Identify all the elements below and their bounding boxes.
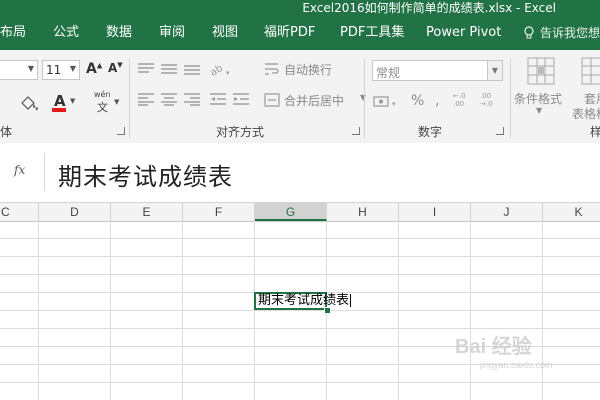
number-group-label: 数字 — [418, 125, 443, 139]
font-name-dropdown[interactable]: ▼ — [0, 60, 38, 80]
decrease-decimal-icon[interactable]: .00 →.0 — [480, 92, 500, 110]
align-left-icon[interactable] — [137, 92, 155, 106]
merge-center-label: 合并后居中 — [284, 94, 345, 108]
conditional-formatting-icon — [527, 57, 555, 85]
font-size-dropdown[interactable]: 11 ▼ — [42, 60, 80, 80]
text-caret — [350, 294, 352, 307]
align-middle-icon[interactable] — [160, 62, 178, 76]
font-dialog-launcher-icon[interactable] — [117, 127, 125, 135]
column-header-row: C D E F G H I J K — [0, 202, 600, 222]
watermark-sub: jingyan.baidu.com — [480, 360, 553, 370]
font-group-label: 体 — [0, 125, 13, 139]
align-top-icon[interactable] — [137, 62, 155, 76]
number-format-dropdown[interactable]: 常规 ▼ — [372, 60, 503, 81]
fill-handle[interactable] — [324, 307, 331, 314]
svg-text:ab: ab — [209, 63, 225, 78]
fill-color-icon[interactable]: ▾ — [18, 93, 40, 117]
column-header-d[interactable]: D — [39, 203, 111, 221]
merge-center-icon — [264, 93, 280, 107]
window-title: Excel2016如何制作简单的成绩表.xlsx - Excel — [302, 1, 556, 15]
number-dialog-launcher-icon[interactable] — [496, 127, 504, 135]
wrap-text-label: 自动换行 — [284, 63, 333, 77]
tab-foxit-pdf[interactable]: 福昕PDF — [264, 25, 315, 41]
format-as-table-icon — [581, 57, 600, 85]
chevron-down-icon: ▼ — [69, 64, 76, 73]
chevron-down-icon: ▼ — [487, 61, 502, 80]
percent-style-button[interactable]: % — [411, 93, 424, 109]
tab-pdf-tools[interactable]: PDF工具集 — [340, 25, 404, 41]
fx-icon: fx — [14, 163, 26, 177]
align-right-icon[interactable] — [183, 92, 201, 106]
phonetic-guide-icon[interactable]: wén 文 ▼ — [94, 90, 124, 116]
font-color-icon[interactable]: A ▼ — [52, 92, 78, 114]
chevron-down-icon: ▼ — [27, 64, 34, 73]
column-header-c[interactable]: C — [0, 203, 39, 221]
conditional-formatting-label: 条件格式 — [514, 92, 563, 106]
formula-bar-content[interactable]: 期末考试成绩表 — [58, 157, 233, 192]
alignment-dialog-launcher-icon[interactable] — [352, 127, 360, 135]
column-header-k[interactable]: K — [543, 203, 600, 221]
title-bar: Excel2016如何制作简单的成绩表.xlsx - Excel — [0, 0, 600, 17]
font-size-value: 11 — [46, 63, 62, 77]
tab-review[interactable]: 审阅 — [159, 25, 185, 41]
active-cell-g[interactable]: 期末考试成绩表 — [254, 292, 352, 310]
decrease-indent-icon[interactable] — [209, 92, 227, 106]
grid-lines — [0, 221, 600, 400]
column-header-g[interactable]: G — [255, 203, 327, 221]
tab-power-pivot[interactable]: Power Pivot — [426, 25, 501, 41]
svg-text:▾: ▾ — [226, 69, 230, 77]
align-bottom-icon[interactable] — [183, 62, 201, 76]
ribbon: ▼ 11 ▼ A▲ A▼ ▾ A ▼ wén 文 ▼ 体 ab ▾ 自动换行 合并… — [0, 50, 600, 144]
tab-data[interactable]: 数据 — [106, 25, 132, 41]
format-as-table-button[interactable]: 套用 表格格 — [572, 56, 600, 120]
group-separator — [510, 58, 511, 138]
decrease-font-icon[interactable]: A▼ — [108, 61, 123, 75]
tab-layout[interactable]: 布局 — [0, 25, 26, 41]
tab-view[interactable]: 视图 — [212, 25, 238, 41]
increase-decimal-icon[interactable]: ←.0.00 — [453, 92, 473, 110]
increase-font-icon[interactable]: A▲ — [86, 61, 102, 77]
active-cell-value: 期末考试成绩表 — [258, 293, 350, 308]
tab-formulas[interactable]: 公式 — [53, 25, 79, 41]
styles-group-label: 样 — [590, 125, 600, 139]
svg-text:▾: ▾ — [35, 105, 39, 113]
wrap-text-icon — [265, 63, 279, 75]
insert-function-button[interactable]: fx — [0, 153, 45, 191]
align-center-icon[interactable] — [160, 92, 178, 106]
formula-bar: fx 期末考试成绩表 — [0, 143, 600, 203]
conditional-formatting-button[interactable]: 条件格式 ▼ — [514, 56, 570, 116]
column-header-i[interactable]: I — [399, 203, 471, 221]
ribbon-tab-bar: 布局 公式 数据 审阅 视图 福昕PDF PDF工具集 Power Pivot … — [0, 17, 600, 50]
phonetic-glyph: wén — [94, 90, 111, 99]
column-header-h[interactable]: H — [327, 203, 399, 221]
column-header-j[interactable]: J — [471, 203, 543, 221]
cell-grid[interactable] — [0, 221, 600, 400]
orientation-icon[interactable]: ab ▾ — [209, 60, 235, 78]
accounting-format-icon[interactable]: ▾ — [373, 94, 401, 110]
lightbulb-icon — [524, 26, 534, 39]
group-separator — [364, 58, 365, 138]
alignment-group-label: 对齐方式 — [216, 125, 265, 139]
watermark-text: Bai 经验 — [455, 336, 532, 358]
svg-text:▾: ▾ — [392, 100, 396, 108]
column-header-e[interactable]: E — [111, 203, 183, 221]
number-format-value: 常规 — [376, 66, 401, 80]
chevron-down-icon: ▼ — [536, 106, 543, 115]
column-header-f[interactable]: F — [183, 203, 255, 221]
increase-indent-icon[interactable] — [232, 92, 250, 106]
format-as-table-label-2: 表格格 — [572, 107, 600, 120]
comma-style-button[interactable]: , — [435, 93, 439, 109]
baidu-watermark: Bai 经验 jingyan.baidu.com — [455, 330, 553, 370]
tell-me-box[interactable]: 告诉我您想 — [523, 25, 600, 41]
group-separator — [129, 58, 130, 138]
